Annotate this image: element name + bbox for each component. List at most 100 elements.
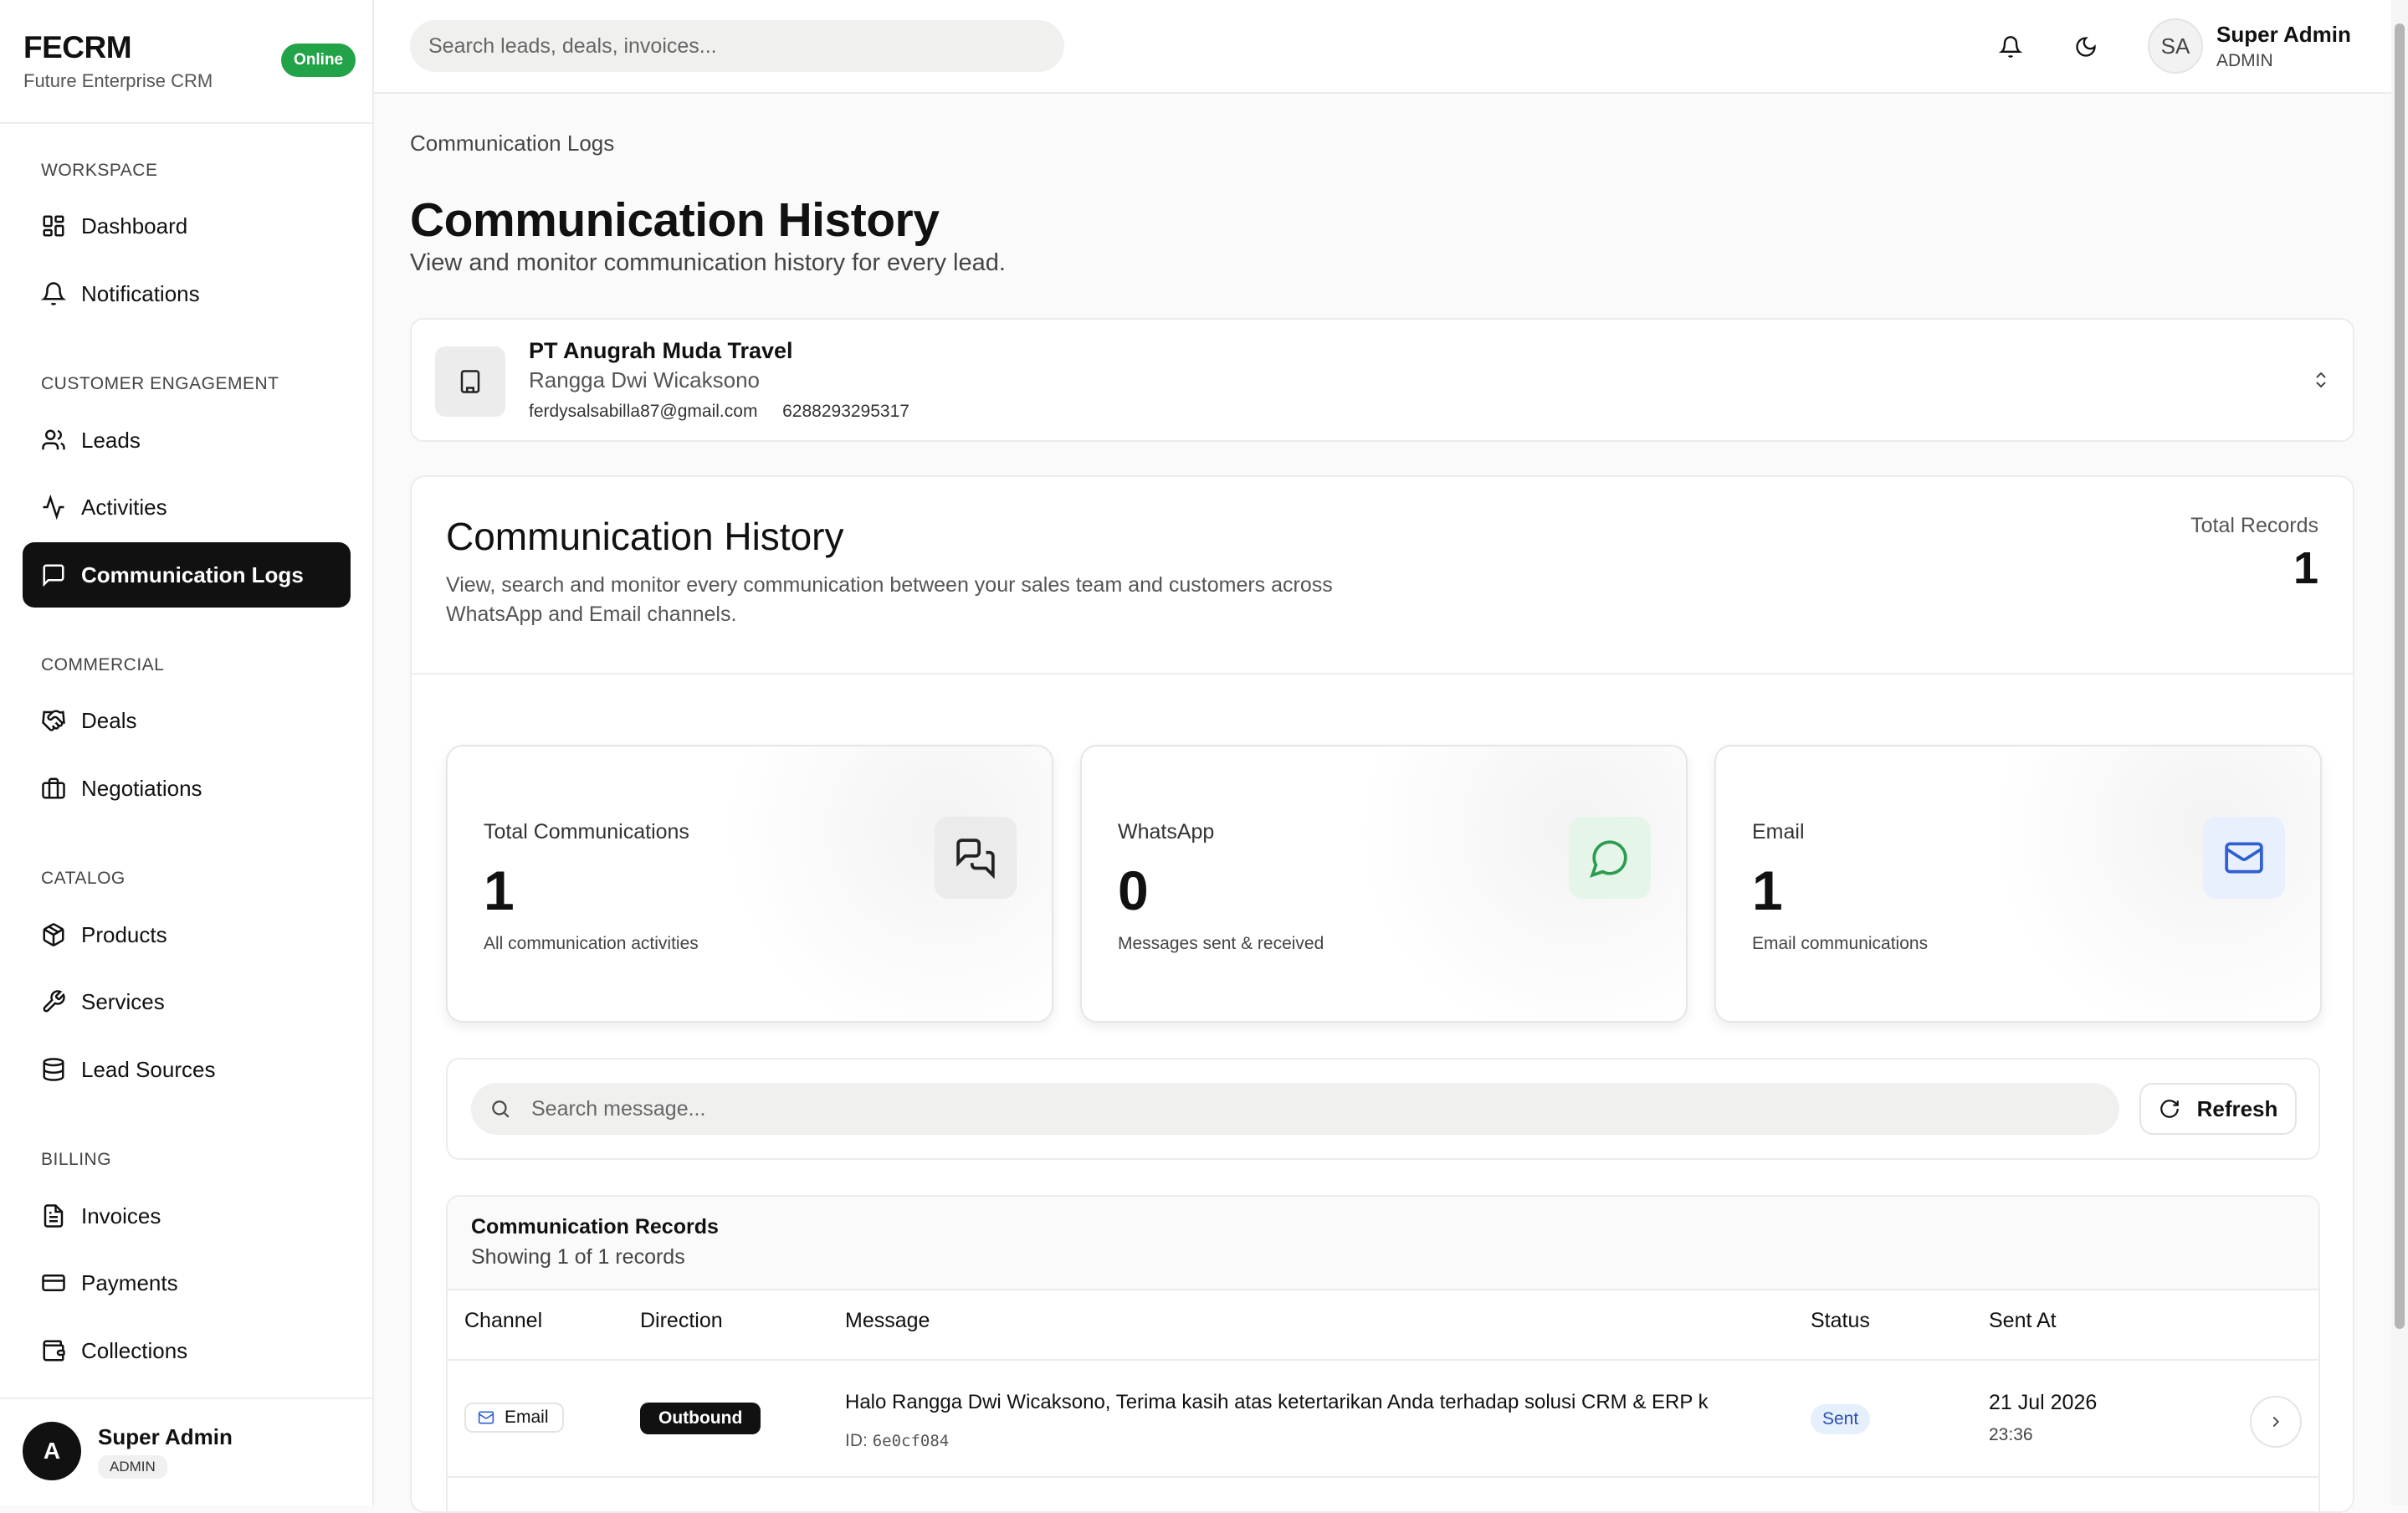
refresh-icon [2160, 1100, 2179, 1118]
lead-selector[interactable]: PT Anugrah Muda Travel Rangga Dwi Wicaks… [410, 318, 2354, 442]
briefcase-icon [42, 777, 65, 799]
sidebar-item-lead-sources[interactable]: Lead Sources [23, 1037, 351, 1102]
sidebar-item-products[interactable]: Products [23, 902, 351, 967]
chevron-right-icon [2272, 1416, 2280, 1428]
section-label-customer-engagement: CUSTOMER ENGAGEMENT [41, 374, 279, 393]
topbar-user-role: ADMIN [2216, 50, 2273, 70]
bell-icon [41, 282, 66, 305]
lead-contact-name: Rangga Dwi Wicaksono [529, 367, 761, 392]
topbar-user-menu[interactable]: SA Super Admin ADMIN [2148, 18, 2351, 74]
message-preview: Halo Rangga Dwi Wicaksono, Terima kasih … [845, 1391, 1709, 1413]
sidebar-item-collections[interactable]: Collections [23, 1318, 351, 1383]
refresh-button[interactable]: Refresh [2139, 1083, 2297, 1135]
section-label-catalog: CATALOG [41, 869, 126, 888]
file-text-icon [44, 1204, 64, 1228]
brand-subtitle: Future Enterprise CRM [23, 70, 213, 91]
users-icon [42, 429, 65, 450]
scrollbar-thumb[interactable] [2395, 23, 2405, 1329]
stat-card-email: Email 1 Email communications [1714, 745, 2322, 1023]
mail-icon [478, 1411, 494, 1424]
sidebar-item-label: Payments [81, 1269, 178, 1295]
stat-caption: Messages sent & received [1118, 934, 1324, 953]
sidebar-item-payments[interactable]: Payments [23, 1250, 351, 1316]
table-record-count: Showing 1 of 1 records [471, 1245, 685, 1269]
page-subtitle: View and monitor communication history f… [410, 249, 1006, 276]
sidebar-item-label: Services [81, 988, 165, 1014]
channel-label: Email [505, 1408, 549, 1427]
avatar: SA [2148, 18, 2203, 74]
sidebar-item-invoices[interactable]: Invoices [23, 1183, 351, 1249]
stat-caption: Email communications [1752, 934, 1929, 953]
lead-email: ferdysalsabilla87@gmail.com [529, 402, 758, 421]
sidebar-item-communication-logs[interactable]: Communication Logs [23, 542, 351, 608]
breadcrumb[interactable]: Communication Logs [410, 131, 614, 156]
dashboard-icon [43, 215, 64, 237]
brand: FECRM Future Enterprise CRM [23, 30, 213, 92]
sidebar-user-name: Super Admin [98, 1423, 233, 1449]
sidebar-item-label: Communication Logs [81, 562, 304, 587]
sidebar-item-label: Collections [81, 1337, 188, 1363]
sidebar-item-leads[interactable]: Leads [23, 408, 351, 473]
wrench-icon [43, 990, 65, 1013]
column-header-sent-at[interactable]: Sent At [1989, 1309, 2057, 1333]
column-header-status[interactable]: Status [1811, 1309, 1870, 1333]
stat-icon-box [2203, 817, 2285, 899]
channel-badge: Email [464, 1403, 564, 1433]
mail-icon [2225, 842, 2263, 874]
table-divider [448, 1359, 2318, 1361]
stat-card-whatsapp: WhatsApp 0 Messages sent & received [1080, 745, 1688, 1023]
view-detail-button[interactable] [2250, 1396, 2302, 1448]
stat-label: Total Communications [484, 820, 689, 844]
sidebar-user-profile[interactable]: A Super Admin ADMIN [23, 1422, 233, 1480]
avatar: A [23, 1422, 81, 1480]
status-badge: Sent [1811, 1404, 1871, 1434]
database-icon [43, 1058, 64, 1081]
stat-label: Email [1752, 820, 1805, 844]
topbar-user-name: Super Admin [2216, 21, 2351, 47]
theme-toggle-button[interactable] [2066, 27, 2106, 67]
stat-card-total: Total Communications 1 All communication… [446, 745, 1053, 1023]
notifications-button[interactable] [1990, 27, 2031, 67]
sidebar-item-negotiations[interactable]: Negotiations [23, 756, 351, 821]
search-icon [492, 1100, 510, 1118]
sidebar-item-label: Invoices [81, 1203, 161, 1228]
section-label-workspace: WORKSPACE [41, 161, 158, 180]
wallet-icon [43, 1340, 65, 1362]
sidebar: FECRM Future Enterprise CRM Online WORKS… [0, 0, 374, 1505]
lead-avatar [435, 346, 505, 417]
column-header-channel[interactable]: Channel [464, 1309, 542, 1333]
card-divider [412, 673, 2353, 674]
sidebar-item-deals[interactable]: Deals [23, 688, 351, 753]
bell-icon [1999, 36, 2022, 58]
stat-value: 0 [1118, 859, 1149, 921]
refresh-label: Refresh [2196, 1095, 2278, 1121]
lead-company: PT Anugrah Muda Travel [529, 338, 793, 363]
sidebar-item-label: Notifications [81, 280, 200, 306]
message-id-value: 6e0cf084 [872, 1432, 950, 1450]
sidebar-item-dashboard[interactable]: Dashboard [23, 193, 351, 259]
stat-icon-box [1569, 817, 1651, 899]
sidebar-item-label: Negotiations [81, 775, 202, 801]
total-records-label: Total Records [2190, 514, 2318, 537]
global-search-input[interactable] [410, 20, 1064, 72]
sidebar-item-label: Leads [81, 427, 141, 453]
sidebar-item-services[interactable]: Services [23, 969, 351, 1034]
sent-time: 23:36 [1989, 1425, 2033, 1444]
page-title: Communication History [410, 193, 940, 247]
column-header-direction[interactable]: Direction [640, 1309, 723, 1333]
message-search-input[interactable] [471, 1083, 2119, 1135]
page-scrollbar[interactable] [2391, 0, 2408, 1505]
sidebar-item-label: Activities [81, 494, 167, 520]
column-header-message[interactable]: Message [845, 1309, 930, 1333]
sidebar-item-activities[interactable]: Activities [23, 474, 351, 540]
handshake-icon [42, 710, 65, 731]
sidebar-item-notifications[interactable]: Notifications [23, 261, 351, 326]
sidebar-footer-divider [0, 1398, 372, 1399]
filter-bar: Refresh [446, 1058, 2320, 1160]
chevrons-up-down-icon [2316, 372, 2326, 388]
stat-value: 1 [484, 859, 515, 921]
section-label-billing: BILLING [41, 1150, 112, 1169]
message-id-label: ID: [845, 1431, 868, 1450]
moon-icon [2076, 37, 2096, 57]
brand-name: FECRM [23, 30, 132, 64]
